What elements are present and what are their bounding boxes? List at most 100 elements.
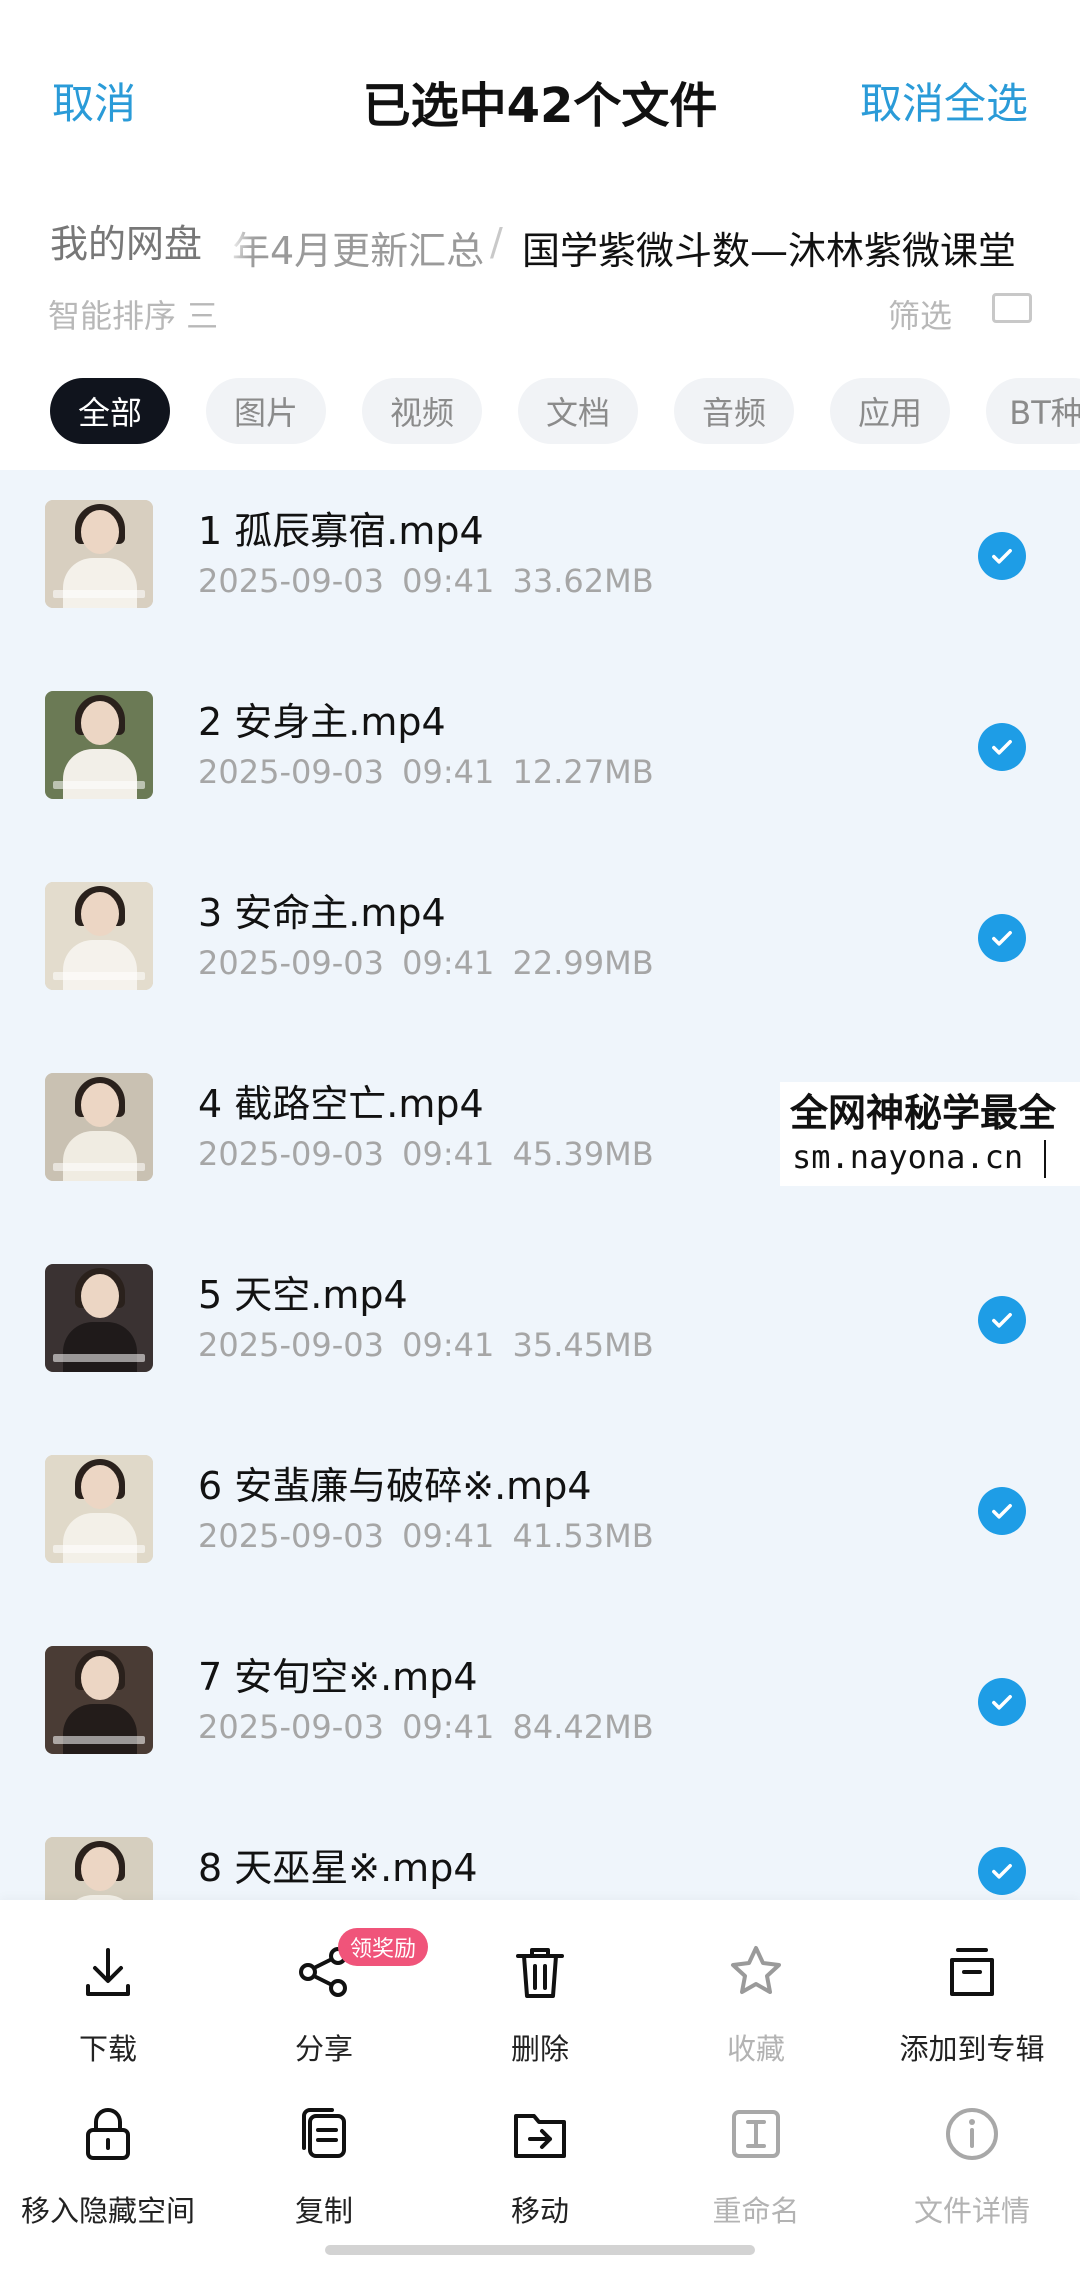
text-cursor — [1044, 1140, 1046, 1178]
file-date: 2025-09-03 — [198, 753, 384, 791]
video-thumbnail — [45, 691, 153, 799]
album-icon — [950, 1948, 994, 1996]
list-item[interactable]: 7 安旬空※.mp4 2025-09-03 09:41 84.42MB — [0, 1616, 1080, 1807]
move-icon — [514, 2114, 566, 2158]
file-size: 41.53MB — [512, 1517, 654, 1555]
tab-4[interactable]: 音频 — [674, 378, 794, 444]
file-date: 2025-09-03 — [198, 1517, 384, 1555]
file-meta: 2025-09-03 09:41 45.39MB — [198, 1135, 654, 1173]
tab-2[interactable]: 视频 — [362, 378, 482, 444]
video-thumbnail — [45, 1264, 153, 1372]
watermark-overlay: 全网神秘学最全 sm.nayona.cn — [780, 1082, 1080, 1186]
checkmark-icon[interactable] — [978, 532, 1026, 580]
list-item[interactable]: 5 天空.mp4 2025-09-03 09:41 35.45MB — [0, 1234, 1080, 1425]
copy-icon — [302, 2108, 346, 2158]
category-tabs: 全部 图片 视频 文档 音频 应用 BT种 — [0, 370, 1080, 460]
file-name: 4 截路空亡.mp4 — [198, 1082, 484, 1126]
watermark-line2: sm.nayona.cn — [792, 1138, 1024, 1176]
lock-label: 移入隐藏空间 — [20, 2194, 195, 2228]
checkmark-icon[interactable] — [978, 723, 1026, 771]
breadcrumb: 年4月更新汇总 / 国学紫微斗数—沐林紫微课堂 我的网盘 — [0, 200, 1080, 280]
grid-view-icon[interactable] — [992, 293, 1032, 323]
file-size: 84.42MB — [512, 1708, 654, 1746]
download-button[interactable]: 下载 — [0, 1930, 216, 2080]
star-button[interactable]: 收藏 — [648, 1930, 864, 2080]
file-meta: 2025-09-03 09:41 33.62MB — [198, 562, 654, 600]
file-size: 22.99MB — [512, 944, 654, 982]
info-label: 文件详情 — [913, 2194, 1030, 2228]
share-label: 分享 — [294, 2032, 353, 2066]
trash-label: 删除 — [510, 2032, 569, 2066]
file-time: 09:41 — [402, 1708, 495, 1746]
checkmark-icon[interactable] — [978, 1296, 1026, 1344]
watermark-line1: 全网神秘学最全 — [790, 1091, 1057, 1135]
video-thumbnail — [45, 1455, 153, 1563]
info-button[interactable]: 文件详情 — [864, 2092, 1080, 2242]
tab-1[interactable]: 图片 — [206, 378, 326, 444]
tab-0[interactable]: 全部 — [50, 378, 170, 444]
move-button[interactable]: 移动 — [432, 2092, 648, 2242]
checkmark-icon[interactable] — [978, 1847, 1026, 1895]
checkmark-icon[interactable] — [978, 914, 1026, 962]
tab-6[interactable]: BT种 — [986, 378, 1080, 444]
move-label: 移动 — [510, 2194, 569, 2228]
rename-button[interactable]: 重命名 — [648, 2092, 864, 2242]
file-meta: 2025-09-03 09:41 41.53MB — [198, 1517, 654, 1555]
file-size: 12.27MB — [512, 753, 654, 791]
file-time: 09:41 — [402, 753, 495, 791]
file-date: 2025-09-03 — [198, 944, 384, 982]
album-button[interactable]: 添加到专辑 — [864, 1930, 1080, 2080]
file-date: 2025-09-03 — [198, 1135, 384, 1173]
file-size: 33.62MB — [512, 562, 654, 600]
tab-5[interactable]: 应用 — [830, 378, 950, 444]
list-item[interactable]: 3 安命主.mp4 2025-09-03 09:41 22.99MB — [0, 852, 1080, 1043]
file-time: 09:41 — [402, 944, 495, 982]
trash-icon — [516, 1948, 564, 1998]
copy-label: 复制 — [294, 2194, 353, 2228]
file-meta: 2025-09-03 09:41 22.99MB — [198, 944, 654, 982]
list-item[interactable]: 2 安身主.mp4 2025-09-03 09:41 12.27MB — [0, 661, 1080, 852]
lock-button[interactable]: 移入隐藏空间 — [0, 2092, 216, 2242]
file-name: 7 安旬空※.mp4 — [198, 1655, 478, 1699]
breadcrumb-item-root[interactable]: 我的网盘 — [20, 208, 233, 272]
list-item[interactable]: 8 天巫星※.mp4 — [0, 1807, 1080, 1900]
breadcrumb-item-folder[interactable]: 年4月更新汇总 — [232, 220, 484, 275]
breadcrumb-item-current: 国学紫微斗数—沐林紫微课堂 — [522, 229, 1017, 273]
video-thumbnail — [45, 1073, 153, 1181]
file-name: 2 安身主.mp4 — [198, 700, 446, 744]
home-indicator[interactable] — [325, 2245, 755, 2255]
reward-badge: 领奖励 — [338, 1928, 429, 1966]
star-label: 收藏 — [726, 2032, 785, 2066]
rename-icon — [732, 2110, 780, 2158]
share-button[interactable]: 分享 领奖励 — [216, 1928, 432, 2080]
file-name: 8 天巫星※.mp4 — [198, 1846, 478, 1890]
file-name: 5 天空.mp4 — [198, 1273, 408, 1317]
file-name: 6 安蜚廉与破碎※.mp4 — [198, 1464, 592, 1508]
info-icon — [946, 2108, 998, 2160]
copy-button[interactable]: 复制 — [216, 2092, 432, 2242]
checkmark-icon[interactable] — [978, 1678, 1026, 1726]
file-meta: 2025-09-03 09:41 84.42MB — [198, 1708, 654, 1746]
rename-label: 重命名 — [712, 2194, 800, 2228]
selection-header: 取消 已选中42个文件 取消全选 — [0, 0, 1080, 190]
file-date: 2025-09-03 — [198, 1708, 384, 1746]
file-name: 1 孤辰寡宿.mp4 — [198, 509, 484, 553]
list-item[interactable]: 1 孤辰寡宿.mp4 2025-09-03 09:41 33.62MB — [0, 470, 1080, 661]
sort-row: 智能排序 三 筛选 — [0, 285, 1080, 330]
file-meta: 2025-09-03 09:41 35.45MB — [198, 1326, 654, 1364]
download-icon — [86, 1948, 130, 1996]
file-size: 45.39MB — [512, 1135, 654, 1173]
lock-icon — [86, 2108, 130, 2160]
video-thumbnail — [45, 1837, 153, 1900]
file-time: 09:41 — [402, 562, 495, 600]
tab-3[interactable]: 文档 — [518, 378, 638, 444]
list-item[interactable]: 6 安蜚廉与破碎※.mp4 2025-09-03 09:41 41.53MB — [0, 1425, 1080, 1616]
sort-button[interactable]: 智能排序 三 — [48, 291, 218, 330]
filter-button[interactable]: 筛选 — [888, 291, 952, 330]
video-thumbnail — [45, 882, 153, 990]
trash-button[interactable]: 删除 — [432, 1930, 648, 2080]
file-time: 09:41 — [402, 1326, 495, 1364]
checkmark-icon[interactable] — [978, 1487, 1026, 1535]
file-name: 3 安命主.mp4 — [198, 891, 446, 935]
deselect-all-button[interactable]: 取消全选 — [860, 70, 1028, 131]
